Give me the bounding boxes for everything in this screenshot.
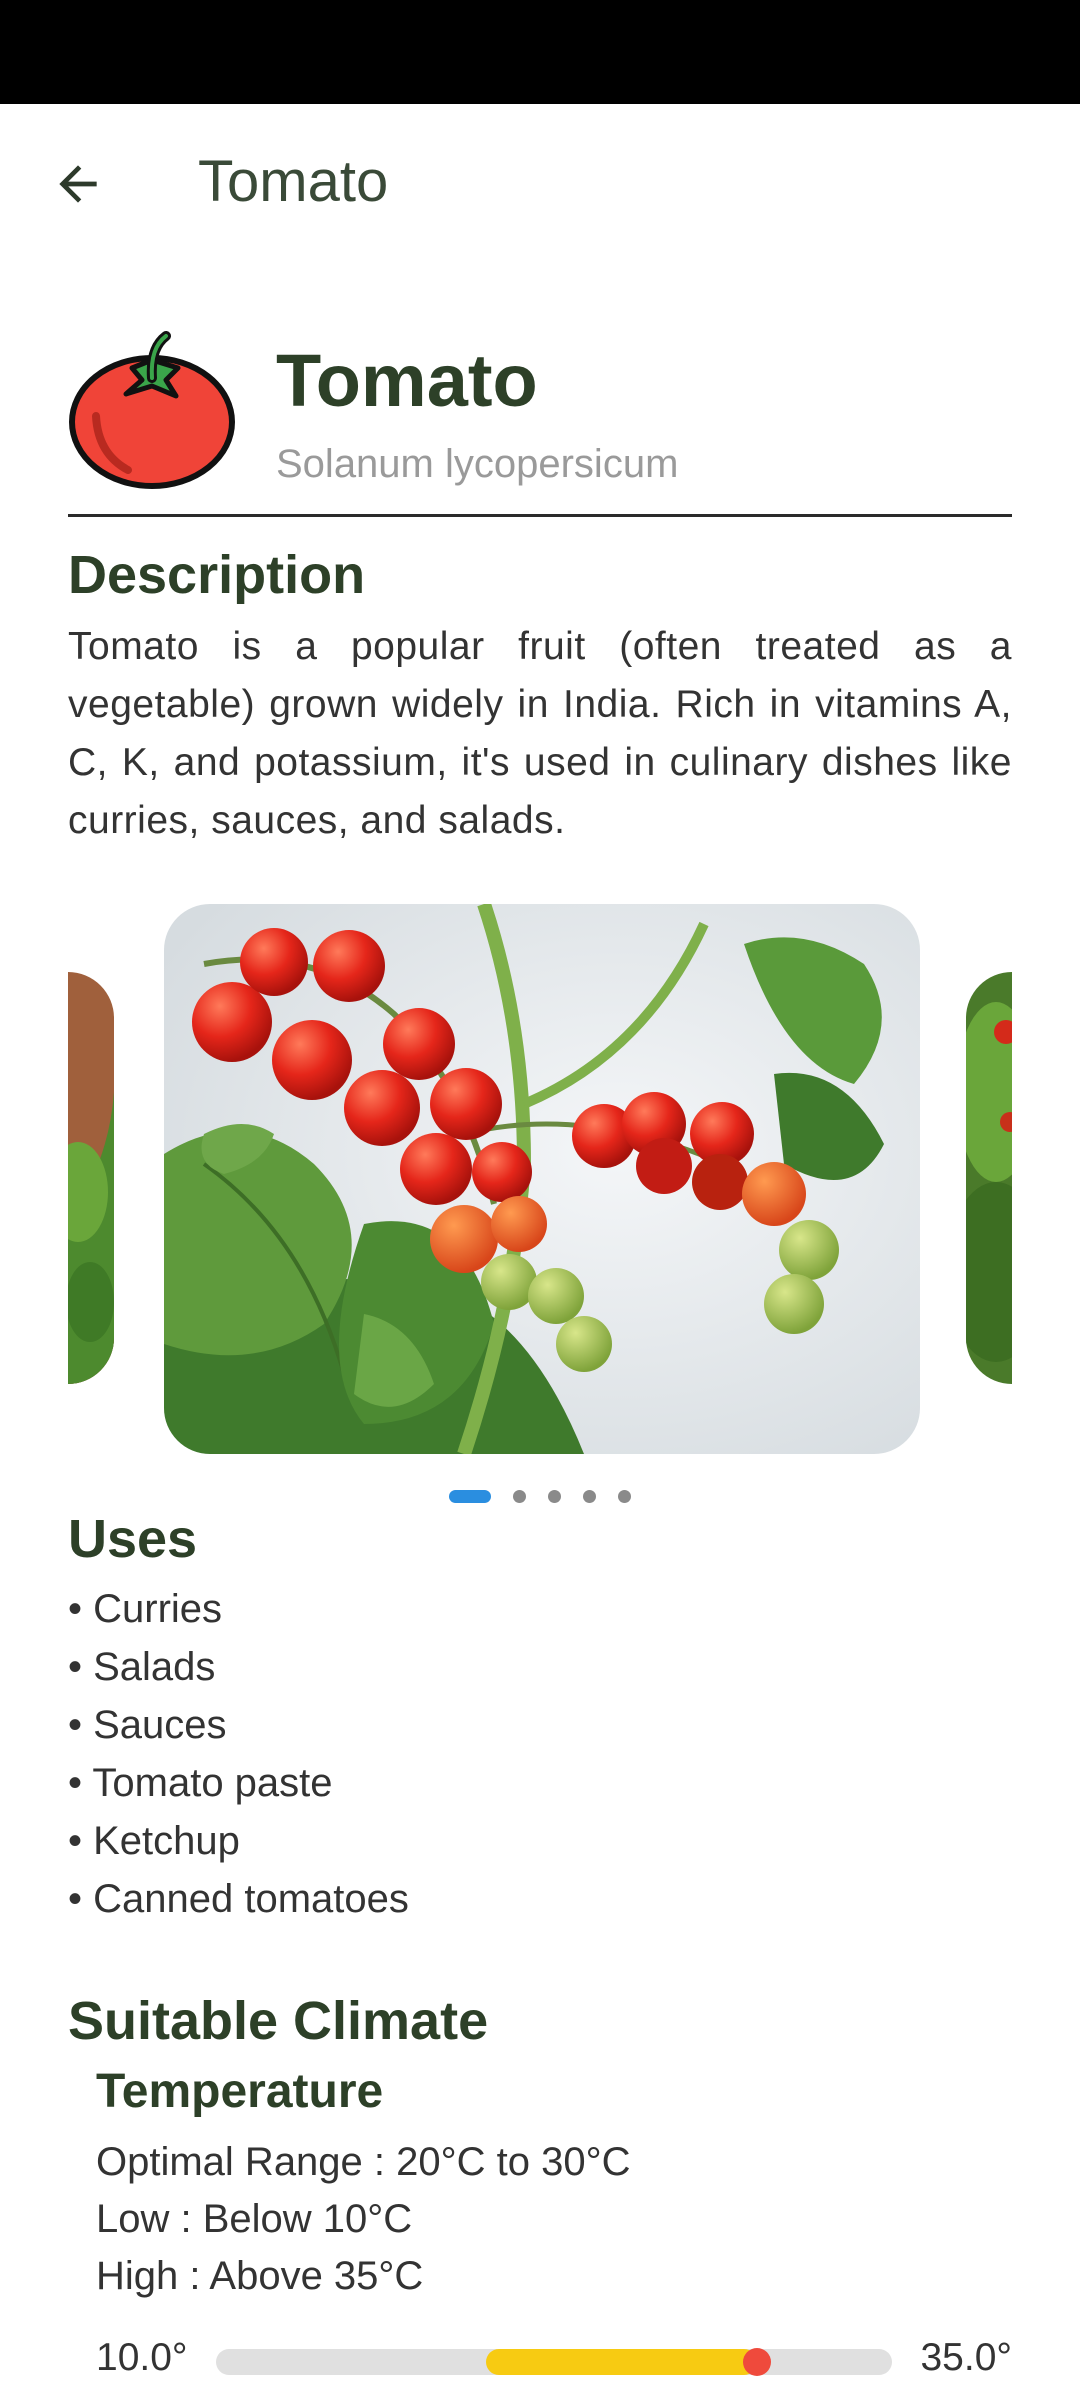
slider-min-label: 10.0°: [96, 2336, 188, 2379]
temperature-range-slider: 10.0° 35.0°: [96, 2336, 1012, 2386]
description-text: Tomato is a popular fruit (often treated…: [68, 625, 1012, 842]
tomato-icon: [69, 331, 235, 489]
description-heading: Description: [68, 545, 366, 605]
carousel-slide-prev[interactable]: [68, 972, 114, 1384]
list-item: • Salads: [68, 1645, 216, 1689]
list-item: • Sauces: [68, 1703, 227, 1747]
image-carousel[interactable]: [68, 900, 1012, 1460]
climate-heading: Suitable Climate: [68, 1991, 489, 2051]
app-bar: Tomato: [0, 104, 1080, 254]
optimal-range-text: Optimal Range : 20°C to 30°C: [96, 2140, 631, 2184]
arrow-left-icon: [59, 165, 97, 203]
high-temp-text: High : Above 35°C: [96, 2254, 424, 2298]
carousel-indicator: [0, 1484, 1080, 1508]
plant-photo: [68, 972, 114, 1384]
low-temp-text: Low : Below 10°C: [96, 2197, 413, 2241]
temperature-details: Optimal Range : 20°C to 30°C Low : Below…: [96, 2134, 630, 2305]
plant-name: Tomato: [276, 339, 538, 422]
slider-thumb[interactable]: [742, 2348, 771, 2376]
status-bar: [0, 0, 1080, 104]
slider-track[interactable]: [216, 2348, 892, 2376]
back-button[interactable]: [38, 144, 118, 224]
uses-heading: Uses: [68, 1509, 198, 1569]
slider-max-label: 35.0°: [920, 2336, 1012, 2379]
carousel-dot-active[interactable]: [449, 1489, 491, 1503]
uses-list: • Curries • Salads • Sauces • Tomato pas…: [68, 1580, 409, 1928]
scientific-name: Solanum lycopersicum: [276, 442, 679, 486]
appbar-title: Tomato: [198, 149, 389, 214]
carousel-dot[interactable]: [618, 1489, 631, 1503]
carousel-slide-active[interactable]: [164, 904, 920, 1454]
list-item: • Canned tomatoes: [68, 1877, 409, 1921]
plant-header: Tomato Solanum lycopersicum: [68, 318, 1012, 516]
plant-photo: [966, 972, 1012, 1384]
carousel-dot[interactable]: [513, 1489, 526, 1503]
tomato-photo: [164, 904, 920, 1454]
temperature-heading: Temperature: [96, 2065, 384, 2118]
header-divider: [68, 514, 1012, 517]
carousel-slide-next[interactable]: [966, 972, 1012, 1384]
list-item: • Curries: [68, 1587, 223, 1631]
carousel-dot[interactable]: [548, 1489, 561, 1503]
list-item: • Ketchup: [68, 1819, 240, 1863]
list-item: • Tomato paste: [68, 1761, 333, 1805]
carousel-dot[interactable]: [583, 1489, 596, 1503]
slider-optimal-fill: [486, 2349, 757, 2375]
